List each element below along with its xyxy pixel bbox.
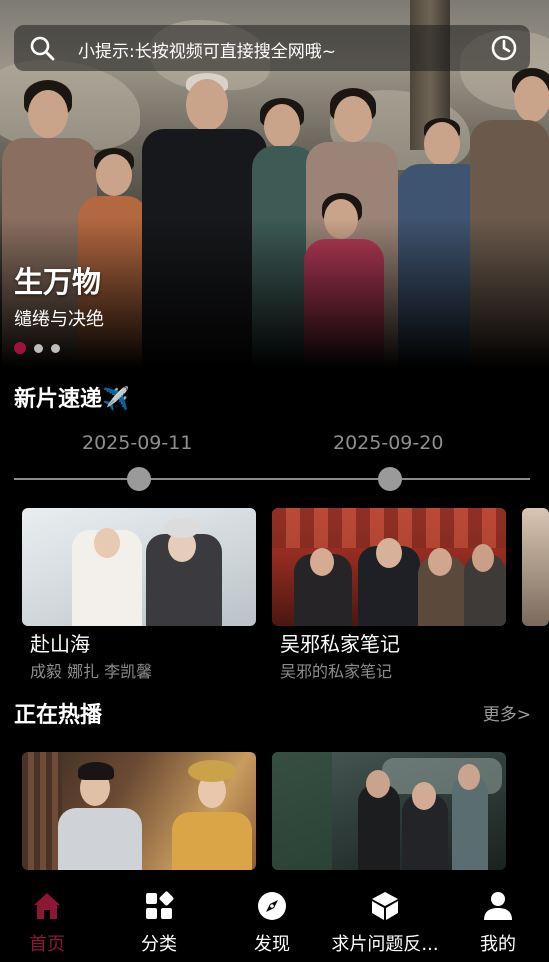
banner-pagination: [14, 342, 60, 354]
now-playing-poster[interactable]: [272, 752, 506, 870]
nav-discover[interactable]: 发现: [217, 874, 327, 962]
history-clock-icon[interactable]: [490, 34, 518, 62]
category-grid-icon: [146, 891, 174, 919]
timeline-knob[interactable]: [378, 467, 402, 491]
timeline-track: [14, 478, 530, 480]
now-playing-poster[interactable]: [22, 752, 256, 870]
card-subtitle: 吴邪的私家笔记: [280, 662, 393, 681]
pagination-dot[interactable]: [34, 343, 43, 353]
new-release-poster[interactable]: [22, 508, 256, 626]
cube-icon: [372, 892, 398, 920]
nav-label: 首页: [29, 934, 65, 955]
search-icon[interactable]: [28, 34, 56, 62]
new-release-poster[interactable]: [272, 508, 506, 626]
timeline-knob[interactable]: [127, 467, 151, 491]
compass-icon: [258, 892, 286, 920]
nav-label: 求片问题反...: [331, 934, 439, 955]
bottom-navigation: 首页 分类 发现 求片问题反... 我的: [0, 874, 549, 962]
more-link[interactable]: 更多>: [483, 700, 531, 725]
nav-label: 发现: [254, 934, 290, 955]
user-icon: [484, 892, 512, 920]
search-placeholder[interactable]: 小提示:长按视频可直接搜全网哦~: [78, 37, 336, 62]
pagination-dot[interactable]: [14, 342, 26, 354]
nav-label: 我的: [480, 934, 516, 955]
home-icon: [34, 893, 60, 919]
card-subtitle: 成毅 娜扎 李凯馨: [30, 662, 153, 681]
timeline-date[interactable]: 2025-09-11: [82, 432, 192, 454]
now-playing-title: 正在热播: [14, 703, 103, 728]
nav-category[interactable]: 分类: [104, 874, 214, 962]
pagination-dot[interactable]: [51, 343, 60, 353]
timeline-date[interactable]: 2025-09-20: [333, 432, 443, 454]
nav-home[interactable]: 首页: [0, 874, 102, 962]
new-release-poster[interactable]: [522, 508, 549, 626]
nav-profile[interactable]: 我的: [443, 874, 549, 962]
card-title[interactable]: 吴邪私家笔记: [280, 628, 400, 657]
hero-banner[interactable]: 小提示:长按视频可直接搜全网哦~ 生万物 缱绻与决绝: [0, 0, 549, 368]
banner-title[interactable]: 生万物: [14, 259, 101, 301]
banner-subtitle: 缱绻与决绝: [14, 309, 104, 330]
nav-request-feedback[interactable]: 求片问题反...: [330, 874, 440, 962]
new-releases-title: 新片速递✈️: [14, 387, 130, 412]
search-bar[interactable]: 小提示:长按视频可直接搜全网哦~: [14, 25, 530, 71]
nav-label: 分类: [141, 934, 177, 955]
card-title[interactable]: 赴山海: [30, 628, 90, 657]
